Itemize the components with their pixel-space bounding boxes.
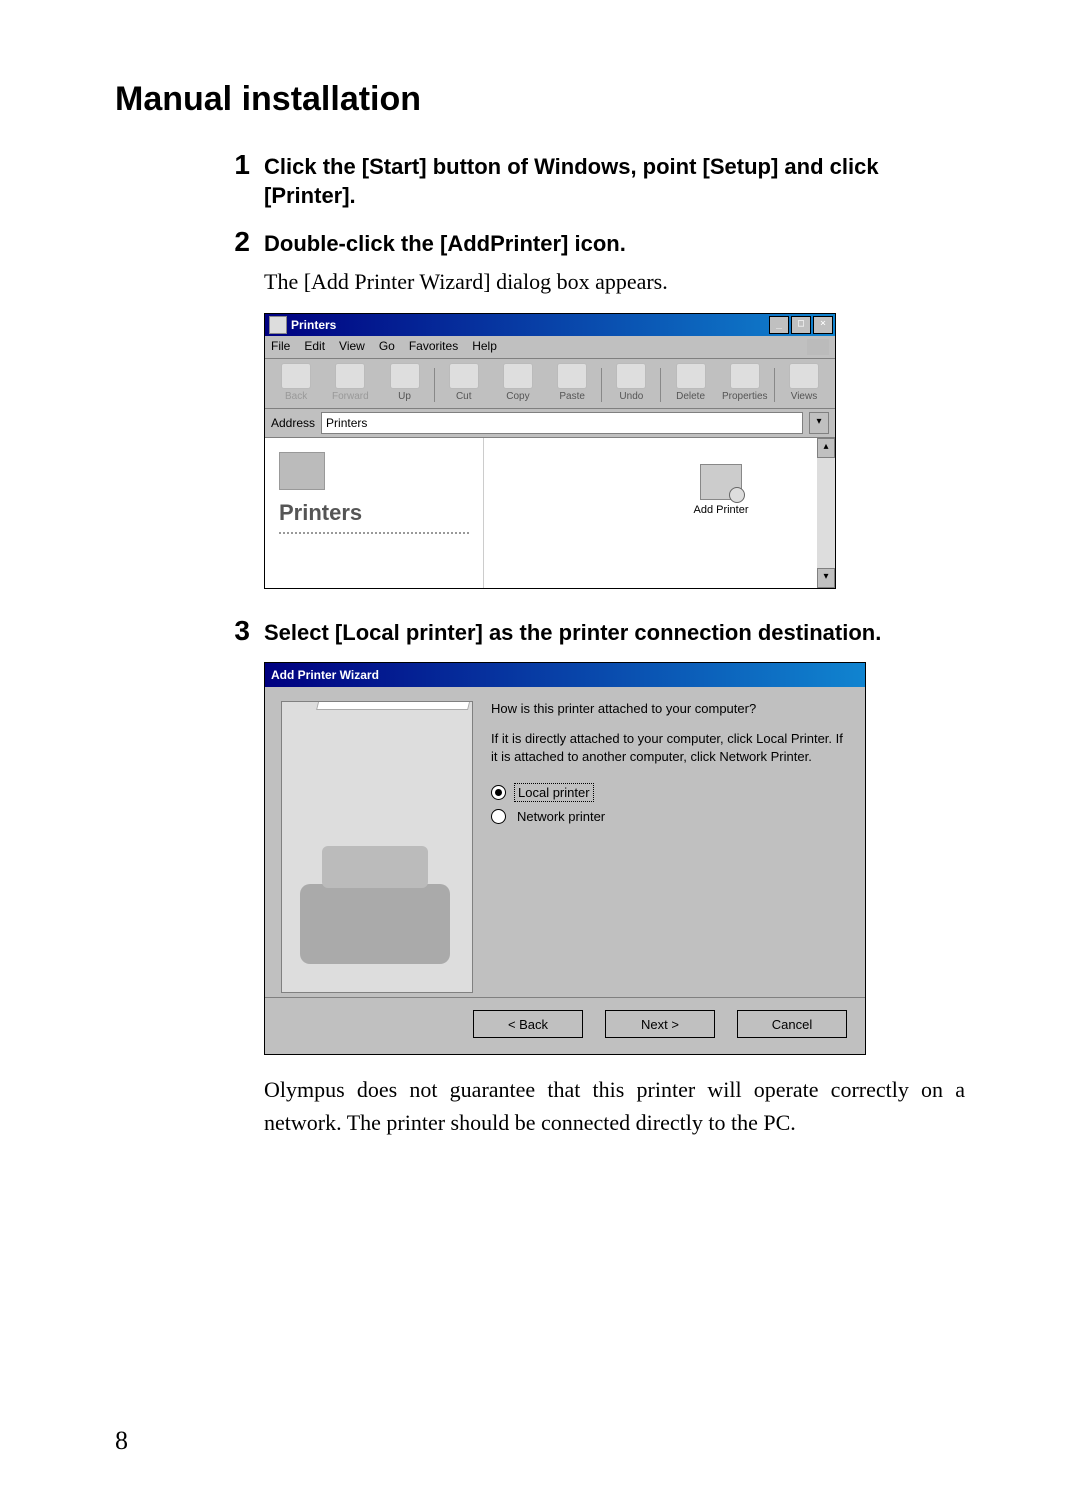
radio-icon xyxy=(491,785,506,800)
views-icon xyxy=(789,363,819,389)
step-3: 3 Select [Local printer] as the printer … xyxy=(115,615,965,1140)
paste-icon xyxy=(557,363,587,389)
toolbar-properties[interactable]: Properties xyxy=(720,363,770,402)
address-bar: Address ▾ xyxy=(265,409,835,438)
steps-list: 1 Click the [Start] button of Windows, p… xyxy=(115,149,965,1139)
back-icon xyxy=(281,363,311,389)
printers-sidebar: Printers xyxy=(265,438,484,588)
delete-icon xyxy=(676,363,706,389)
undo-icon xyxy=(616,363,646,389)
radio-network-printer[interactable]: Network printer xyxy=(491,808,849,825)
address-label: Address xyxy=(271,416,315,430)
cancel-button[interactable]: Cancel xyxy=(737,1010,847,1038)
minimize-button[interactable]: _ xyxy=(769,316,789,334)
printers-toolbar: Back Forward Up Cut Copy Paste Undo Dele… xyxy=(265,359,835,409)
copy-icon xyxy=(503,363,533,389)
menu-help[interactable]: Help xyxy=(472,339,497,355)
toolbar-copy[interactable]: Copy xyxy=(493,363,543,402)
scroll-down-arrow[interactable]: ▾ xyxy=(817,568,835,588)
add-printer-icon xyxy=(700,464,742,500)
toolbar-views[interactable]: Views xyxy=(779,363,829,402)
toolbar-cut[interactable]: Cut xyxy=(439,363,489,402)
printers-title-icon xyxy=(269,316,287,334)
step-2: 2 Double-click the [AddPrinter] icon. Th… xyxy=(115,226,965,598)
address-dropdown[interactable]: ▾ xyxy=(809,412,829,434)
radio-local-label: Local printer xyxy=(514,783,594,802)
ie-logo-icon xyxy=(807,339,829,355)
step-note: Olympus does not guarantee that this pri… xyxy=(264,1073,965,1139)
add-printer-label: Add Printer xyxy=(684,504,758,516)
forward-icon xyxy=(335,363,365,389)
wizard-question: How is this printer attached to your com… xyxy=(491,701,849,716)
wizard-explanation: If it is directly attached to your compu… xyxy=(491,730,849,765)
scroll-up-arrow[interactable]: ▴ xyxy=(817,438,835,458)
menu-file[interactable]: File xyxy=(271,339,290,355)
menu-go[interactable]: Go xyxy=(379,339,395,355)
wizard-titlebar: Add Printer Wizard xyxy=(265,663,865,687)
next-button[interactable]: Next > xyxy=(605,1010,715,1038)
toolbar-up[interactable]: Up xyxy=(379,363,429,402)
wizard-button-row: < Back Next > Cancel xyxy=(265,997,865,1054)
toolbar-paste[interactable]: Paste xyxy=(547,363,597,402)
close-button[interactable]: × xyxy=(813,316,833,334)
cut-icon xyxy=(449,363,479,389)
radio-local-printer[interactable]: Local printer xyxy=(491,783,849,802)
toolbar-delete[interactable]: Delete xyxy=(665,363,715,402)
step-title: Select [Local printer] as the printer co… xyxy=(264,619,965,648)
radio-network-label: Network printer xyxy=(514,808,608,825)
step-number: 1 xyxy=(210,149,264,181)
step-description: The [Add Printer Wizard] dialog box appe… xyxy=(264,267,965,298)
maximize-button[interactable]: □ xyxy=(791,316,811,334)
toolbar-forward[interactable]: Forward xyxy=(325,363,375,402)
radio-icon xyxy=(491,809,506,824)
scrollbar[interactable]: ▴ ▾ xyxy=(817,438,835,588)
page-number: 8 xyxy=(115,1426,128,1456)
printers-window-title: Printers xyxy=(291,318,767,332)
page-title: Manual installation xyxy=(115,80,965,119)
printers-content-pane: Add Printer xyxy=(484,438,817,588)
menu-favorites[interactable]: Favorites xyxy=(409,339,458,355)
address-input[interactable] xyxy=(321,412,803,434)
toolbar-undo[interactable]: Undo xyxy=(606,363,656,402)
printers-sidebar-title: Printers xyxy=(279,500,469,534)
toolbar-back[interactable]: Back xyxy=(271,363,321,402)
printers-menu-bar: File Edit View Go Favorites Help xyxy=(265,336,835,359)
step-1: 1 Click the [Start] button of Windows, p… xyxy=(115,149,965,210)
menu-view[interactable]: View xyxy=(339,339,365,355)
add-printer-wizard-dialog: Add Printer Wizard How is this printer a… xyxy=(264,662,866,1055)
step-number: 3 xyxy=(210,615,264,647)
properties-icon xyxy=(730,363,760,389)
step-number: 2 xyxy=(210,226,264,258)
step-title: Click the [Start] button of Windows, poi… xyxy=(264,153,965,210)
up-icon xyxy=(390,363,420,389)
menu-edit[interactable]: Edit xyxy=(304,339,325,355)
printers-titlebar: Printers _ □ × xyxy=(265,314,835,336)
printers-window-screenshot: Printers _ □ × File Edit View Go xyxy=(264,313,965,589)
printers-folder-icon xyxy=(279,452,325,490)
add-printer-item[interactable]: Add Printer xyxy=(684,464,758,516)
wizard-illustration xyxy=(281,701,473,993)
back-button[interactable]: < Back xyxy=(473,1010,583,1038)
step-title: Double-click the [AddPrinter] icon. xyxy=(264,230,965,259)
wizard-title: Add Printer Wizard xyxy=(271,668,865,682)
scroll-track[interactable] xyxy=(817,458,835,568)
